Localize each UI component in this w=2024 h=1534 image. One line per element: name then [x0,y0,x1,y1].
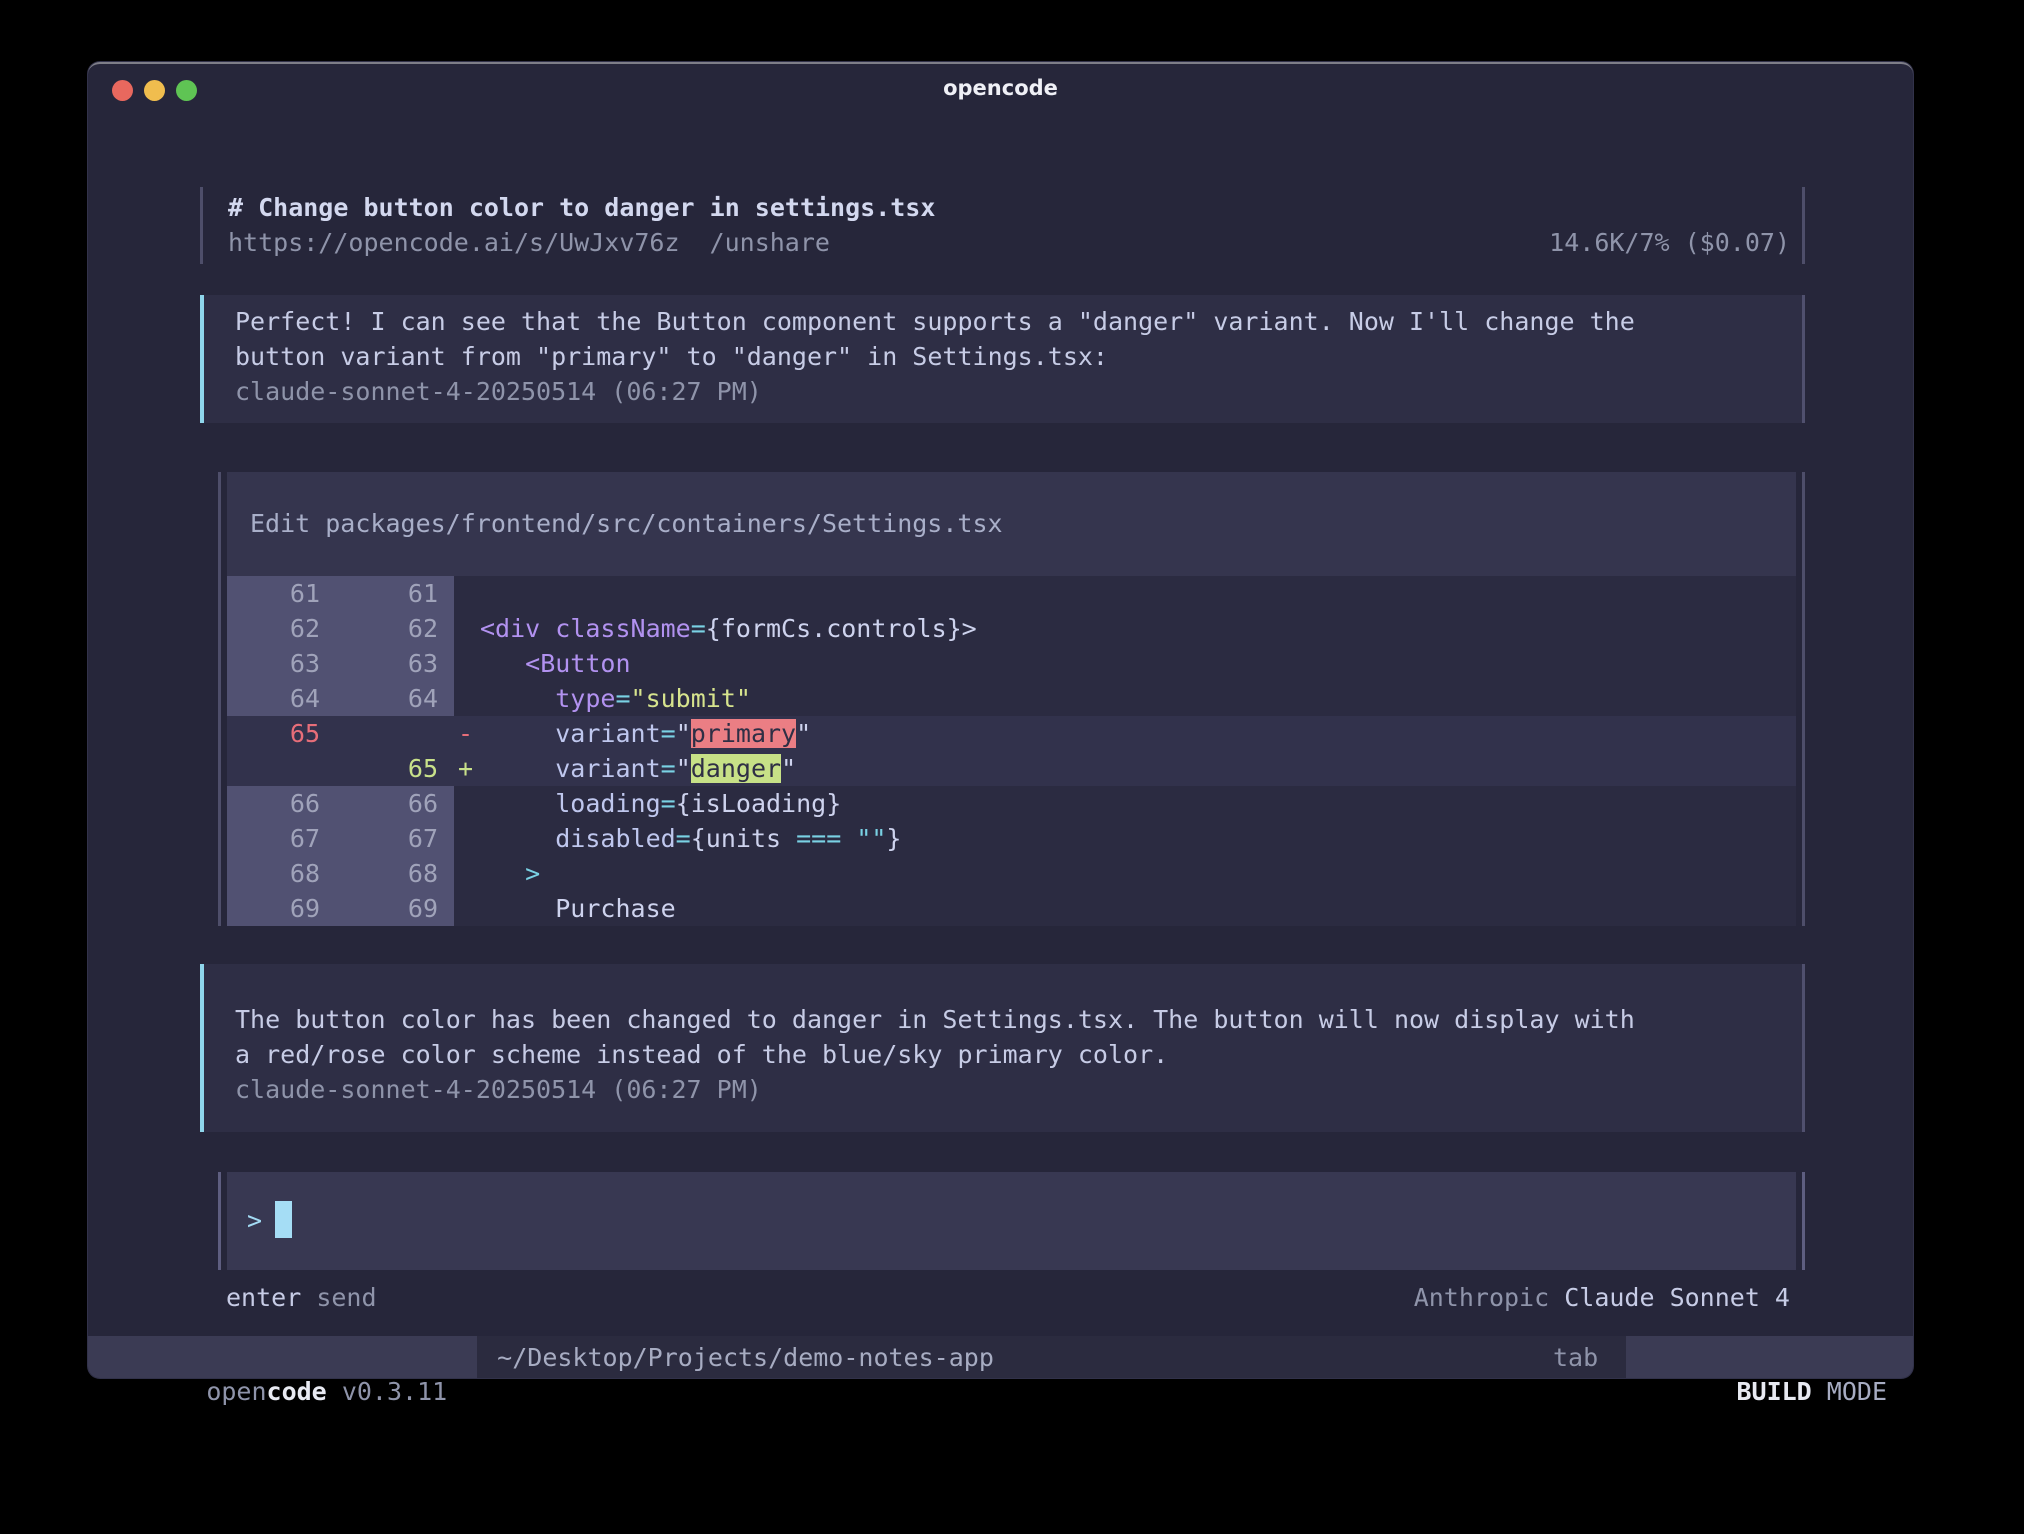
old-line-number: 69 [227,891,340,926]
new-line-number: 64 [340,681,454,716]
new-line-number: 62 [340,611,454,646]
code-line: variant="danger" [480,751,1796,786]
diff-marker [454,786,480,821]
diff-row: 65+ variant="danger" [227,751,1796,786]
new-line-number: 66 [340,786,454,821]
spacer [327,1377,342,1406]
old-line-number: 63 [227,646,340,681]
diff-view: 61616262 <div className={formCs.controls}… [227,576,1796,926]
send-action-label [301,1280,316,1315]
input-footline: enter send Anthropic Claude Sonnet 4 [226,1280,1790,1315]
mode-name: BUILD [1736,1377,1811,1406]
diff-row: 6868 > [227,856,1796,891]
text-cursor [275,1201,292,1238]
status-bar: opencode v0.3.11 ~/Desktop/Projects/demo… [88,1336,1913,1378]
app-name-code: code [267,1377,327,1406]
app-version-badge: opencode v0.3.11 [88,1336,477,1378]
diff-marker [454,576,480,611]
token-cost-stats: 14.6K/7% ($0.07) [1549,225,1790,260]
diff-marker [454,681,480,716]
diff-marker [454,646,480,681]
diff-row: 6969 Purchase [227,891,1796,926]
code-line: <Button [480,646,1796,681]
code-line: loading={isLoading} [480,786,1796,821]
diff-row: 6161 [227,576,1796,611]
session-header: # Change button color to danger in setti… [200,187,1805,264]
titlebar: opencode [88,64,1913,112]
diff-marker: + [454,751,480,786]
message-line: Perfect! I can see that the Button compo… [235,304,1802,339]
old-line-number: 62 [227,611,340,646]
message-line: The button color has been changed to dan… [235,1002,1802,1037]
code-line: > [480,856,1796,891]
app-version: v0.3.11 [342,1377,447,1406]
model-provider: Anthropic [1414,1283,1549,1312]
code-line: disabled={units === ""} [480,821,1796,856]
assistant-message: The button color has been changed to dan… [200,964,1805,1132]
diff-marker: - [454,716,480,751]
prompt-input[interactable]: > [227,1172,1796,1270]
diff-row: 6666 loading={isLoading} [227,786,1796,821]
diff-marker [454,611,480,646]
diff-marker [454,856,480,891]
prompt-input-block[interactable]: > [218,1172,1805,1270]
working-directory: ~/Desktop/Projects/demo-notes-app [497,1340,994,1375]
app-name-open: open [206,1377,266,1406]
message-meta: claude-sonnet-4-20250514 (06:27 PM) [235,1072,1802,1107]
code-line: variant="primary" [480,716,1796,751]
code-line: type="submit" [480,681,1796,716]
session-title: # Change button color to danger in setti… [228,190,1790,225]
spacer [1549,1283,1564,1312]
code-line: <div className={formCs.controls}> [480,611,1796,646]
window-title: opencode [88,76,1913,100]
diff-marker [454,891,480,926]
message-meta: claude-sonnet-4-20250514 (06:27 PM) [235,374,1802,409]
new-line-number: 67 [340,821,454,856]
message-line: button variant from "primary" to "danger… [235,339,1802,374]
message-line: a red/rose color scheme instead of the b… [235,1037,1802,1072]
mode-suffix: MODE [1812,1377,1887,1406]
opencode-terminal-window: opencode # Change button color to danger… [88,62,1913,1378]
prompt-symbol: > [247,1203,262,1238]
diff-row: 6363 <Button [227,646,1796,681]
edit-tool-title: Edit packages/frontend/src/containers/Se… [227,472,1796,576]
share-url[interactable]: https://opencode.ai/s/UwJxv76z [228,225,680,260]
old-line-number: 61 [227,576,340,611]
diff-row: 65 - variant="primary" [227,716,1796,751]
tab-key-hint[interactable]: tab [1553,1340,1598,1375]
unshare-command[interactable]: /unshare [710,225,830,260]
old-line-number: 68 [227,856,340,891]
code-line: Purchase [480,891,1796,926]
new-line-number: 69 [340,891,454,926]
mode-badge[interactable]: BUILD MODE [1626,1336,1913,1378]
old-line-number: 67 [227,821,340,856]
new-line-number [340,716,454,751]
new-line-number: 65 [340,751,454,786]
diff-marker [454,821,480,856]
old-line-number [227,751,340,786]
new-line-number: 61 [340,576,454,611]
diff-row: 6464 type="submit" [227,681,1796,716]
old-line-number: 64 [227,681,340,716]
diff-row: 6767 disabled={units === ""} [227,821,1796,856]
send-action-label: send [316,1280,376,1315]
enter-key-hint: enter [226,1280,301,1315]
old-line-number: 65 [227,716,340,751]
assistant-message: Perfect! I can see that the Button compo… [200,295,1805,423]
edit-tool-block: Edit packages/frontend/src/containers/Se… [218,472,1805,926]
code-line [480,576,1796,611]
diff-row: 6262 <div className={formCs.controls}> [227,611,1796,646]
old-line-number: 66 [227,786,340,821]
new-line-number: 68 [340,856,454,891]
model-name: Claude Sonnet 4 [1564,1283,1790,1312]
new-line-number: 63 [340,646,454,681]
